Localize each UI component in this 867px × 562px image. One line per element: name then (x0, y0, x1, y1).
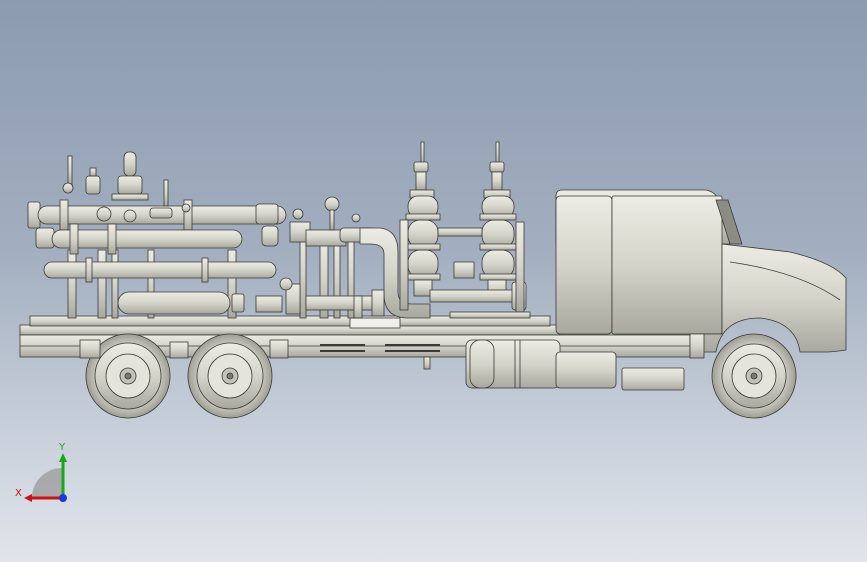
truck-model[interactable] (19, 141, 847, 419)
front-wheel[interactable] (711, 333, 797, 419)
triad-x-arrow (24, 494, 32, 502)
triad-z-axis (59, 494, 67, 502)
triad-origin-shading (31, 467, 63, 498)
storage-tank[interactable] (43, 257, 277, 283)
triad-x-label: X (15, 488, 22, 499)
model-viewport[interactable] (0, 0, 867, 562)
view-orientation-triad[interactable]: X Y (14, 440, 84, 510)
filter-column-1[interactable] (405, 141, 441, 297)
equipment-skid[interactable] (27, 141, 531, 319)
triad-y-label: Y (58, 442, 66, 453)
rear-wheel-2[interactable] (187, 333, 273, 419)
triad-y-arrow (59, 453, 67, 462)
filter-column-2[interactable] (479, 141, 517, 297)
